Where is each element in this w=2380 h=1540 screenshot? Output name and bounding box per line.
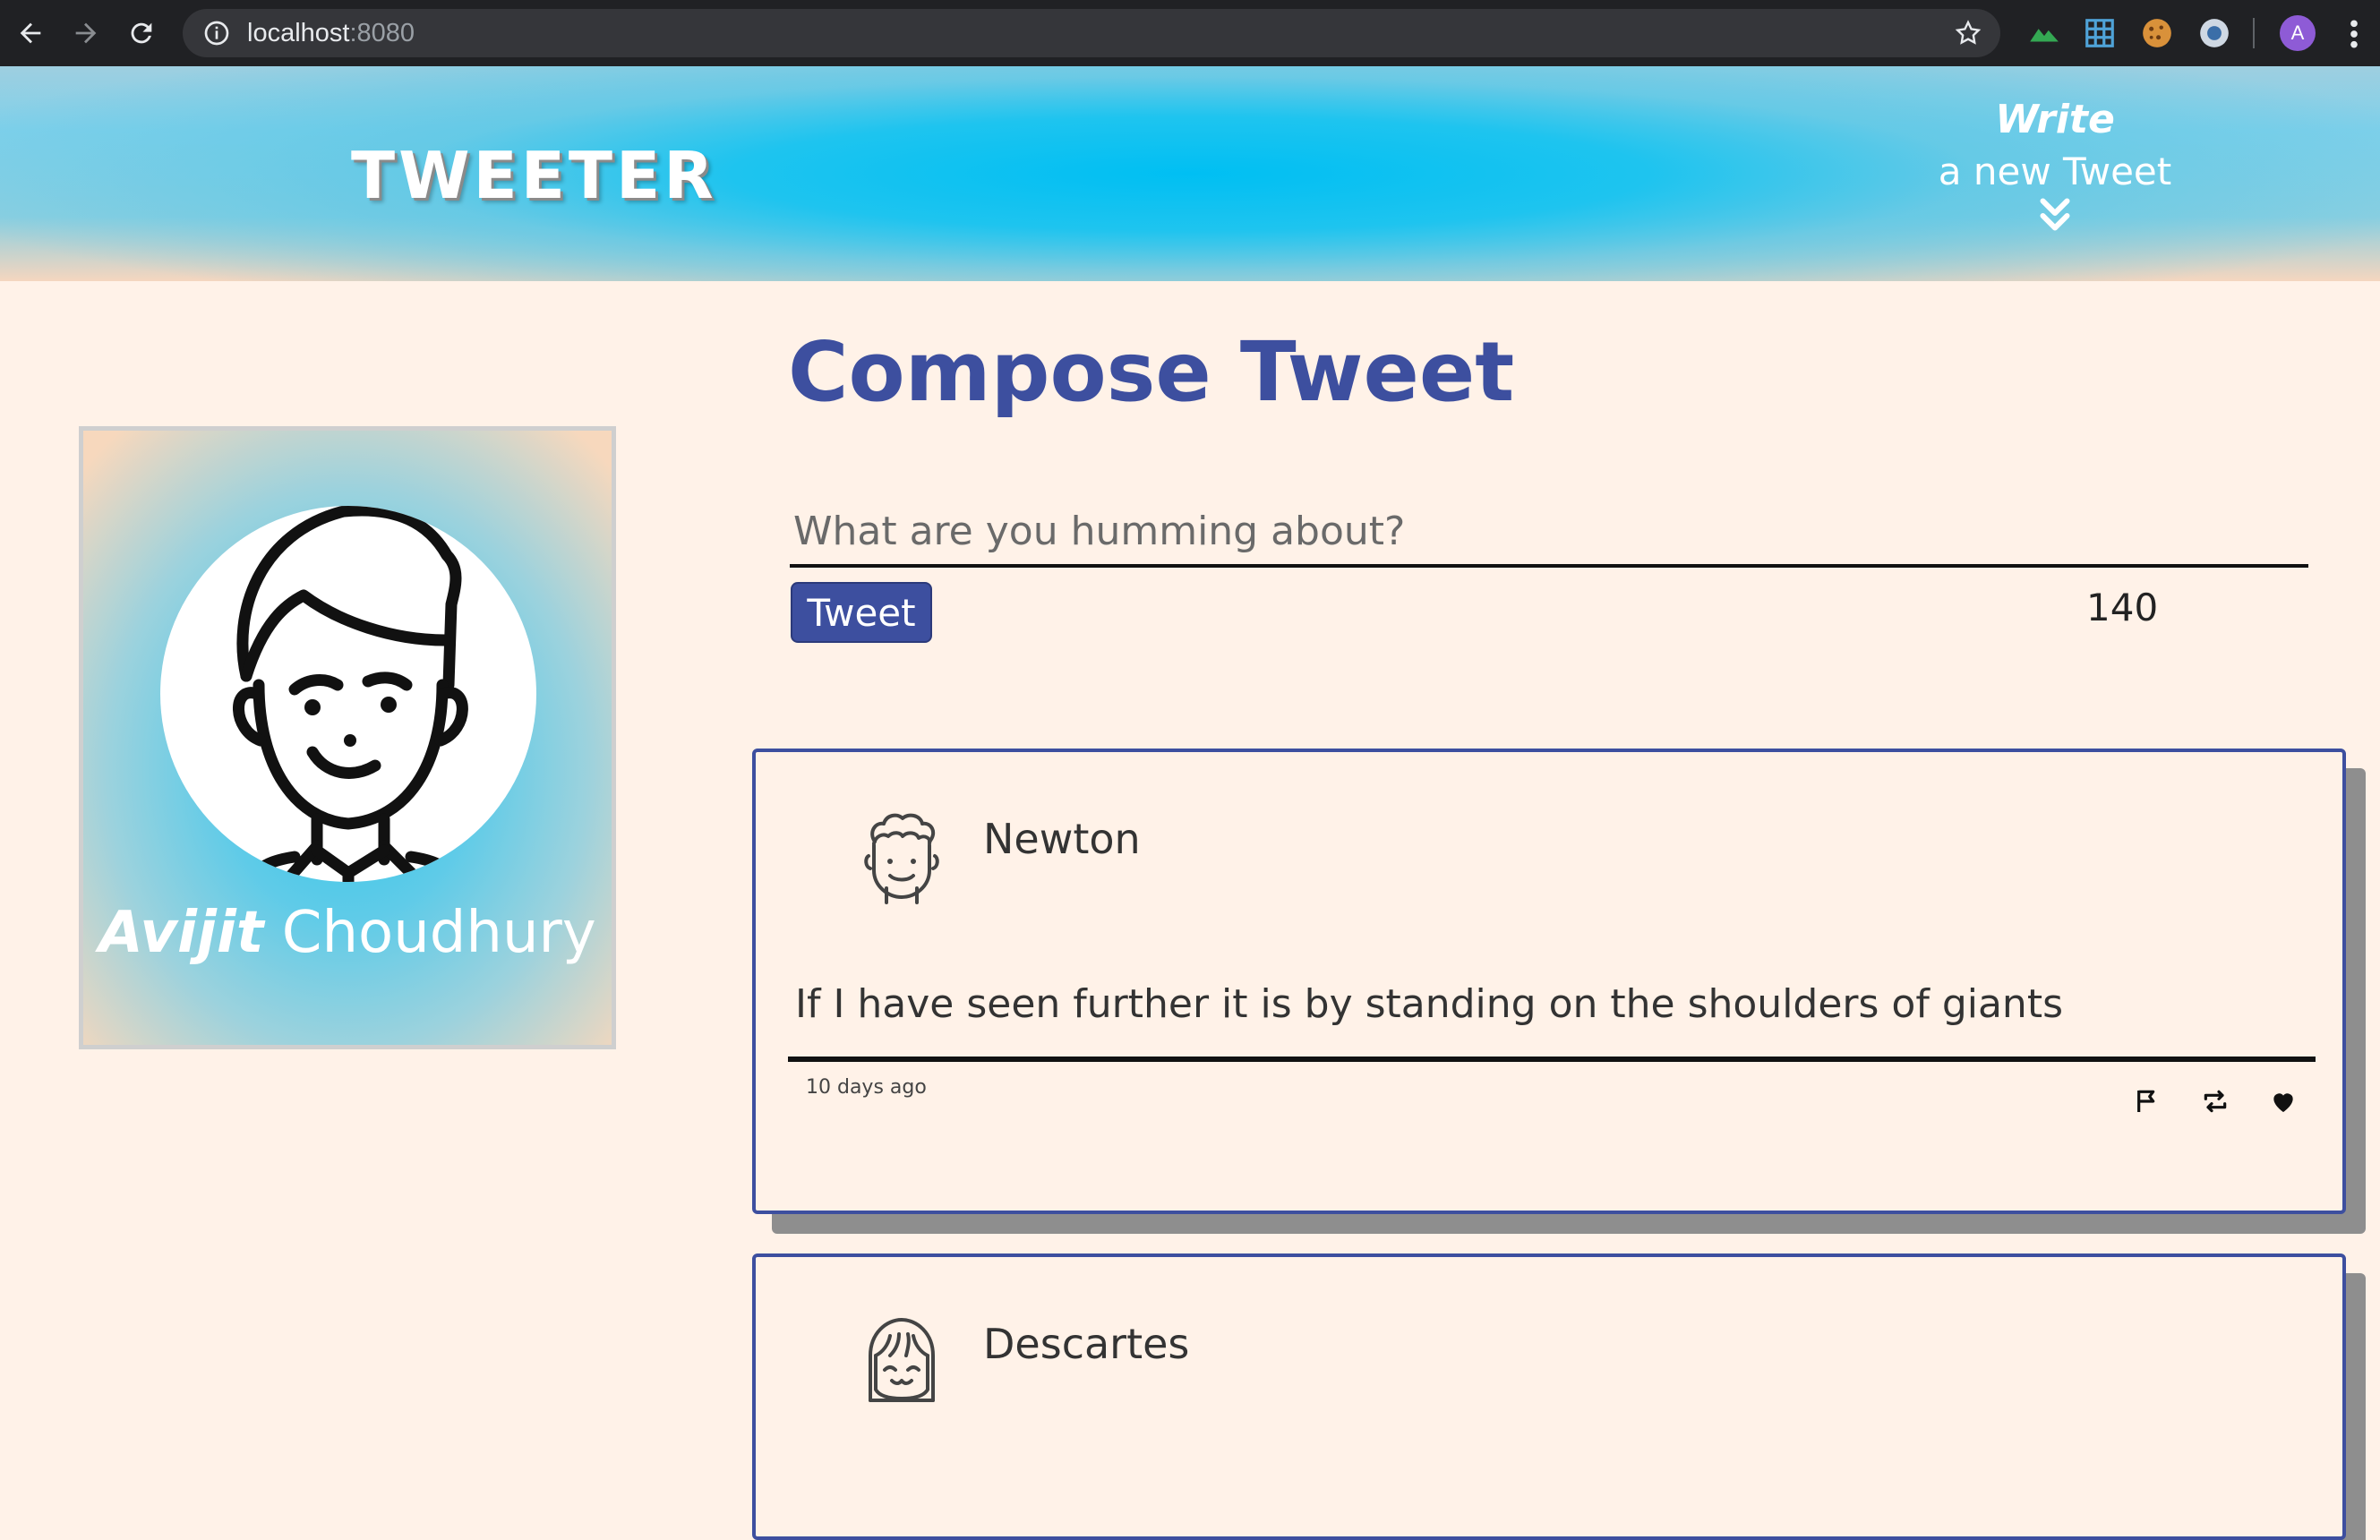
browser-toolbar: localhost:8080 A [0,0,2380,66]
profile-avatar [160,506,536,882]
tweet-card: Descartes [752,1253,2346,1540]
forward-arrow-icon [75,22,97,44]
toolbar-separator [2253,18,2255,48]
reload-button[interactable] [116,8,167,58]
heart-icon [2273,1093,2293,1112]
write-new-tweet-toggle[interactable]: Write a new Tweet [1916,97,2194,235]
profile-name: Avijit Choudhury [83,900,612,966]
site-header: TWEETER Write a new Tweet [0,66,2380,281]
back-arrow-icon [20,22,41,44]
character-counter: 140 [2086,586,2159,629]
profile-first-name: Avijit [98,900,264,966]
flag-button[interactable] [2133,1087,2162,1116]
reload-icon [131,22,152,44]
user-avatar-icon [233,506,468,882]
write-toggle-line1: Write [1995,97,2115,142]
url-text: localhost:8080 [247,18,415,47]
profile-card: Avijit Choudhury [79,426,616,1049]
tweet-author-name: Newton [983,815,1141,863]
browser-menu-icon[interactable] [2341,16,2367,52]
extension-cookie-icon[interactable] [2140,16,2174,50]
retweet-icon [2204,1090,2227,1113]
tweet-content: If I have seen further it is by standing… [795,981,2063,1027]
tweet-divider [788,1057,2316,1062]
forward-button[interactable] [61,8,111,58]
browser-profile-avatar[interactable]: A [2280,15,2316,51]
info-icon[interactable] [202,19,231,47]
curly-hair-avatar-icon [864,813,939,904]
site-logo[interactable]: TWEETER [351,138,717,213]
compose-title: Compose Tweet [788,324,1515,420]
like-button[interactable] [2269,1087,2298,1116]
tweet-actions [2133,1087,2298,1116]
extension-grid-icon[interactable] [2083,16,2117,50]
extension-circle-icon[interactable] [2197,16,2231,50]
retweet-button[interactable] [2201,1087,2230,1116]
tweet-submit-button[interactable]: Tweet [791,582,932,643]
tweet-card: Newton If I have seen further it is by s… [752,749,2346,1214]
profile-last-name: Choudhury [281,900,596,966]
flag-icon [2137,1090,2155,1112]
bangs-hair-avatar-icon [869,1318,935,1402]
tweet-author-name: Descartes [983,1320,1190,1368]
double-chevron-down-icon [2040,198,2070,231]
write-toggle-line2: a new Tweet [1938,150,2172,193]
bookmark-star-icon[interactable] [1954,19,1982,47]
extension-mountain-icon[interactable] [2027,16,2061,50]
tweet-text-input[interactable] [790,498,2308,568]
address-bar[interactable]: localhost:8080 [183,9,2000,57]
back-button[interactable] [5,8,56,58]
tweet-date: 10 days ago [806,1076,927,1099]
